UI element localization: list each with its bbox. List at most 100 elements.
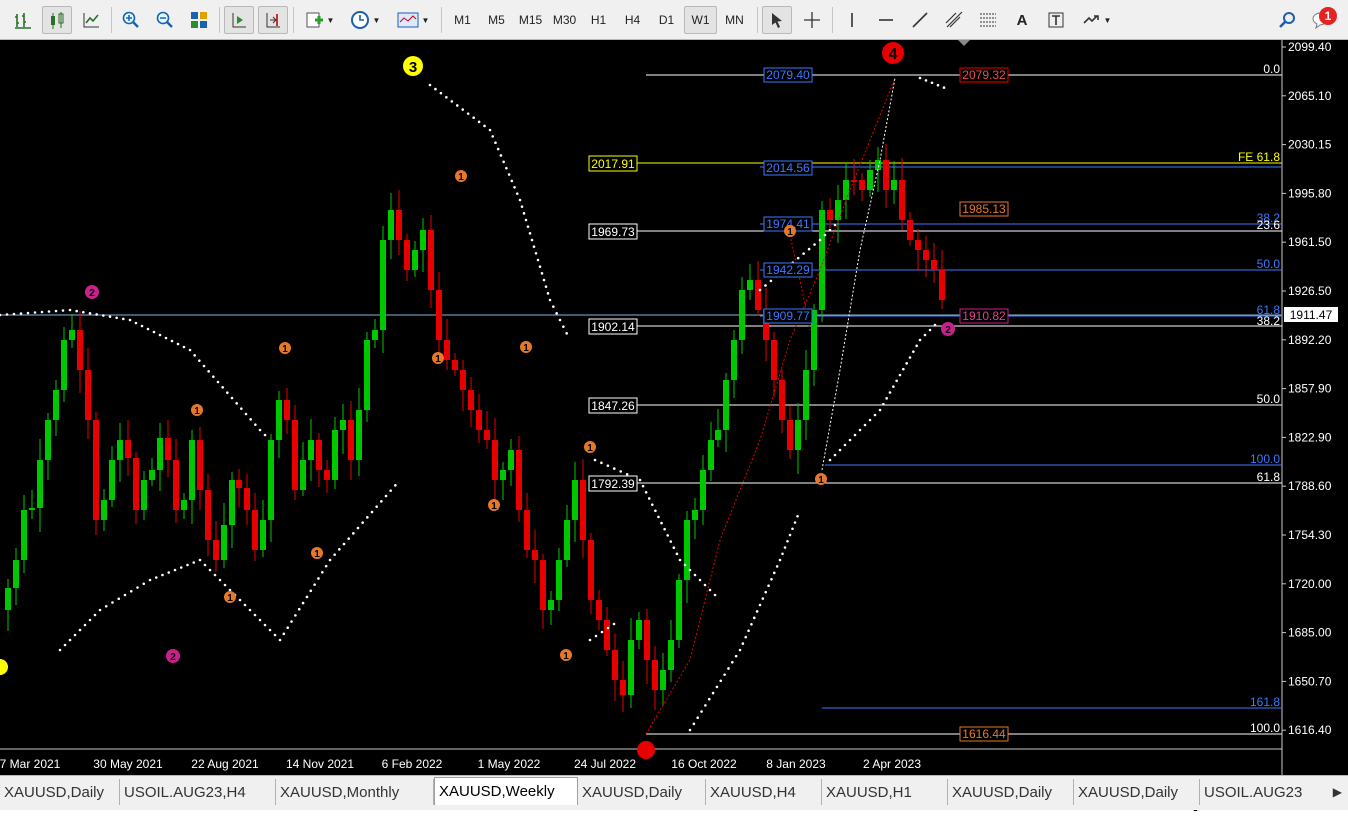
tab-chart[interactable]: XAUUSD,H1 (822, 779, 948, 805)
candle-body (684, 520, 690, 580)
price-chart[interactable]: 2099.40 2065.10 2030.15 1995.80 1961.50 1926.… (0, 40, 1348, 821)
candle-body (891, 180, 897, 190)
notifications-button[interactable]: 1 (1306, 6, 1340, 34)
sar-dot (758, 603, 762, 607)
cursor-button[interactable] (762, 6, 792, 34)
fibonacci-button[interactable] (973, 6, 1003, 34)
bar-chart-button[interactable] (8, 6, 38, 34)
sar-dot (491, 135, 495, 138)
timeframe-mn-button[interactable]: MN (718, 6, 751, 34)
search-button[interactable] (1272, 6, 1302, 34)
horizontal-line-button[interactable] (871, 6, 901, 34)
tab-chart[interactable]: XAUUSD,Monthly (276, 779, 434, 805)
candle-body (779, 380, 785, 420)
candle-body (787, 420, 793, 450)
autoscroll-icon (232, 13, 246, 28)
candle-body (875, 160, 881, 170)
vertical-line-button[interactable] (837, 6, 867, 34)
tab-active-chart[interactable]: XAUUSD,Weekly (434, 777, 578, 805)
tab-chart[interactable]: XAUUSD,Daily (1074, 779, 1200, 805)
autoscroll-button[interactable] (224, 6, 254, 34)
timeframe-h1-button[interactable]: H1 (582, 6, 615, 34)
sar-dot (235, 402, 238, 405)
candle-body (564, 520, 570, 560)
sar-dot (258, 428, 262, 432)
text-button[interactable]: A (1007, 6, 1037, 34)
timeframe-m15-button[interactable]: M15 (514, 6, 547, 34)
tab-chart[interactable]: XAUUSD,Daily (0, 779, 120, 805)
crosshair-button[interactable] (797, 6, 827, 34)
candlestick-button[interactable] (42, 6, 72, 34)
candle-body (540, 560, 546, 610)
sar-dot (698, 578, 702, 582)
tab-chart[interactable]: USOIL.AUG23 (1200, 779, 1348, 805)
line-chart-button[interactable] (76, 6, 106, 34)
timeframe-h4-button[interactable]: H4 (616, 6, 649, 34)
sar-dot (26, 311, 30, 315)
sar-dot (669, 540, 673, 543)
candle-body (476, 410, 482, 430)
sar-dot (202, 364, 206, 368)
trendline-button[interactable] (905, 6, 935, 34)
indicators-button[interactable]: ▼ (298, 6, 340, 34)
timeframe-m5-button[interactable]: M5 (480, 6, 513, 34)
sar-dot (198, 359, 201, 362)
chart-shift-button[interactable] (258, 6, 288, 34)
candle-body (588, 540, 594, 600)
timeframe-d1-button[interactable]: D1 (650, 6, 683, 34)
zoom-in-button[interactable] (116, 6, 146, 34)
sar-dot (747, 629, 750, 633)
fib-percent-labels: 0.0 FE 61.8 38.2 23.6 50.0 61.8 38.2 50.… (1238, 62, 1280, 735)
candle-body (843, 180, 849, 200)
sar-dot (0, 313, 2, 317)
candle-body (133, 458, 139, 510)
sar-dot (833, 223, 837, 227)
price-axis-label: 1685.00 (1288, 626, 1332, 640)
timeframe-m1-button[interactable]: M1 (446, 6, 479, 34)
timeframe-w1-button[interactable]: W1 (684, 6, 717, 34)
sar-dot (203, 563, 207, 567)
tab-chart[interactable]: XAUUSD,H4 (706, 779, 822, 805)
candle-body (524, 510, 530, 550)
sar-dot (532, 245, 536, 248)
text-label-button[interactable] (1041, 6, 1071, 34)
candle-body (747, 280, 753, 290)
candle-body (53, 390, 59, 420)
sar-dot (843, 443, 847, 447)
tab-chart[interactable]: XAUUSD,Daily (578, 779, 706, 805)
sar-dot (905, 362, 908, 365)
tile-windows-button[interactable] (184, 6, 214, 34)
sar-dot (786, 539, 789, 543)
zoom-out-button[interactable] (150, 6, 180, 34)
sar-dot (450, 100, 454, 103)
equidistant-channel-button[interactable] (939, 6, 969, 34)
sar-dot (88, 312, 92, 315)
arrows-button[interactable]: ▼ (1075, 6, 1117, 34)
price-axis-label: 1650.70 (1288, 674, 1332, 688)
sar-dot (750, 622, 753, 626)
zoom-in-icon (122, 11, 139, 28)
sar-dot (19, 312, 23, 315)
sar-dot (305, 595, 309, 599)
level-label-1902: 1902.14 (591, 320, 635, 334)
candle-body (652, 660, 658, 690)
sar-dot (638, 478, 642, 482)
sar-dot (558, 318, 562, 322)
candle-body (771, 340, 777, 380)
periodicity-button[interactable]: ▼ (344, 6, 386, 34)
timeframe-m30-button[interactable]: M30 (548, 6, 581, 34)
sar-dot (930, 81, 934, 85)
sar-dot (182, 345, 186, 349)
sar-dot (95, 313, 98, 316)
templates-button[interactable]: ▼ (392, 6, 434, 34)
candle-body (61, 340, 67, 390)
tab-chart[interactable]: XAUUSD,Daily (948, 779, 1074, 805)
candle-body (117, 440, 123, 460)
sar-dot (796, 514, 799, 518)
fib-50-blue: 50.0 (1257, 257, 1281, 271)
tab-chart[interactable]: USOIL.AUG23,H4 (120, 779, 276, 805)
sar-dot (154, 576, 158, 579)
sar-dot (546, 292, 550, 295)
fe-61-8: FE 61.8 (1238, 150, 1280, 164)
sar-dot (530, 238, 534, 242)
